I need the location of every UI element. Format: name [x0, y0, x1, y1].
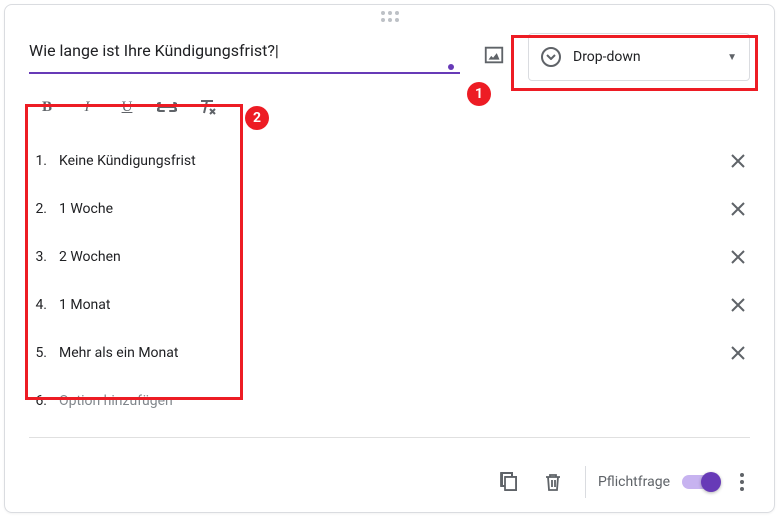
more-button[interactable] — [722, 462, 762, 502]
separator — [585, 466, 586, 498]
callout-badge-2: 2 — [245, 106, 269, 130]
required-toggle[interactable] — [682, 475, 718, 489]
copy-icon — [499, 472, 519, 492]
close-icon — [731, 250, 745, 264]
callout-box-1 — [511, 35, 758, 91]
remove-option-button[interactable] — [726, 341, 750, 365]
remove-option-button[interactable] — [726, 245, 750, 269]
callout-badge-1: 1 — [467, 82, 491, 106]
drag-handle-icon[interactable] — [381, 11, 399, 22]
add-image-button[interactable] — [476, 37, 512, 73]
trash-icon — [544, 472, 562, 492]
toggle-knob — [701, 472, 721, 492]
close-icon — [731, 202, 745, 216]
close-icon — [731, 298, 745, 312]
required-label: Pflichtfrage — [598, 474, 670, 490]
callout-box-2 — [25, 104, 243, 400]
duplicate-button[interactable] — [489, 462, 529, 502]
remove-option-button[interactable] — [726, 197, 750, 221]
close-icon — [731, 154, 745, 168]
question-card: Wie lange ist Ihre Kündigungsfrist?| Dro… — [4, 4, 775, 513]
image-icon — [483, 44, 505, 66]
question-input-wrap: Wie lange ist Ihre Kündigungsfrist?| — [29, 29, 460, 74]
card-footer: Pflichtfrage — [5, 452, 774, 512]
divider — [29, 437, 750, 438]
more-vert-icon — [740, 473, 744, 491]
accent-dot-icon — [448, 64, 454, 70]
question-input[interactable]: Wie lange ist Ihre Kündigungsfrist?| — [29, 29, 460, 74]
remove-option-button[interactable] — [726, 149, 750, 173]
question-text: Wie lange ist Ihre Kündigungsfrist? — [29, 41, 275, 60]
remove-option-button[interactable] — [726, 293, 750, 317]
delete-button[interactable] — [533, 462, 573, 502]
close-icon — [731, 346, 745, 360]
